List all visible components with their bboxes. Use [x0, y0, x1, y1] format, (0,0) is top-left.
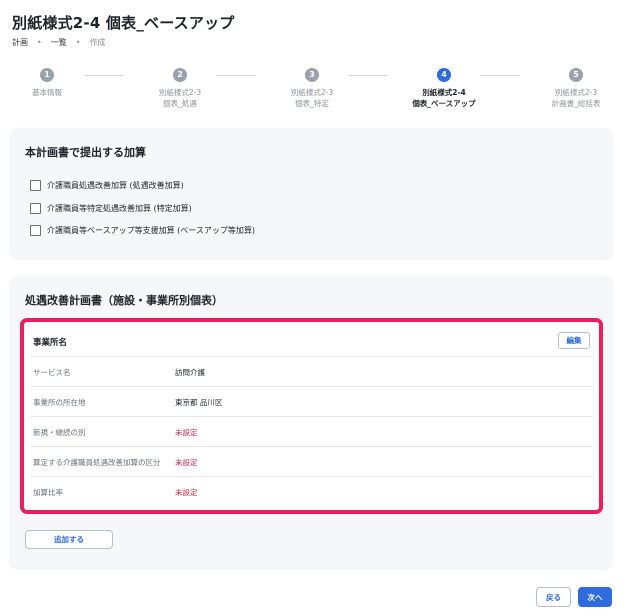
- step-label-line1: 別紙様式2-4: [422, 88, 466, 97]
- step-number: 4: [437, 68, 451, 82]
- facility-table: 事業所名 編集 サービス名 訪問介護 事業所の所在地 東京都 品川区 新規・継続…: [20, 318, 603, 514]
- next-button[interactable]: 次へ: [578, 587, 612, 607]
- breadcrumb-item-plan[interactable]: 計画: [12, 37, 28, 48]
- page-title: 別紙様式2-4 個表_ベースアップ: [12, 14, 235, 32]
- row-label: 算定する介護職員処遇改善加算の区分: [33, 458, 161, 467]
- facility-header: 事業所名 編集: [24, 322, 599, 356]
- step-label-line2: 個表_特定: [295, 99, 329, 108]
- step-1[interactable]: 1 基本情報: [0, 68, 107, 98]
- breadcrumb-separator: •: [37, 38, 42, 47]
- step-label: 別紙様式2-3 個表_処遇: [120, 87, 240, 109]
- row-value: 未設定: [175, 488, 198, 497]
- back-button[interactable]: 戻る: [536, 587, 571, 607]
- step-label: 別紙様式2-4 個表_ベースアップ: [384, 87, 504, 109]
- plan-card: 処遇改善計画書（施設・事業所別個表） 事業所名 編集 サービス名 訪問介護 事業…: [10, 276, 612, 568]
- breadcrumb: 計画 • 一覧 • 作成: [12, 37, 105, 48]
- step-number: 5: [569, 68, 583, 82]
- step-label: 基本情報: [0, 87, 107, 98]
- step-label-line2: 個表_ベースアップ: [412, 99, 476, 108]
- plan-title: 処遇改善計画書（施設・事業所別個表）: [25, 294, 223, 307]
- table-row: 加算比率 未設定: [30, 476, 593, 507]
- step-label: 別紙様式2-3 計画書_総括表: [516, 87, 626, 109]
- breadcrumb-item-list[interactable]: 一覧: [51, 37, 67, 48]
- additions-title: 本計画書で提出する加算: [25, 146, 146, 159]
- step-number: 1: [40, 68, 54, 82]
- step-label-line1: 別紙様式2-3: [158, 88, 202, 97]
- table-row: 事業所の所在地 東京都 品川区: [30, 386, 593, 417]
- checkbox-tokutei[interactable]: [30, 203, 41, 214]
- checkbox-baseup[interactable]: [30, 225, 41, 236]
- add-button[interactable]: 追加する: [25, 530, 113, 549]
- table-row: 算定する介護職員処遇改善加算の区分 未設定: [30, 446, 593, 477]
- checkbox-row-tokutei[interactable]: 介護職員等特定処遇改善加算 (特定加算): [30, 203, 192, 214]
- step-number: 2: [173, 68, 187, 82]
- step-label: 別紙様式2-3 個表_特定: [252, 87, 372, 109]
- facility-name-header: 事業所名: [33, 338, 68, 348]
- step-3[interactable]: 3 別紙様式2-3 個表_特定: [252, 68, 372, 109]
- step-5[interactable]: 5 別紙様式2-3 計画書_総括表: [516, 68, 626, 109]
- step-label-line2: 個表_処遇: [163, 99, 197, 108]
- table-row: サービス名 訪問介護: [30, 356, 593, 387]
- checkbox-label: 介護職員等特定処遇改善加算 (特定加算): [47, 204, 192, 213]
- row-label: 事業所の所在地: [33, 398, 86, 407]
- step-label-line1: 別紙様式2-3: [554, 88, 598, 97]
- step-number: 3: [305, 68, 319, 82]
- row-label: 加算比率: [33, 488, 63, 497]
- row-value: 未設定: [175, 428, 198, 437]
- checkbox-row-shogu[interactable]: 介護職員処遇改善加算 (処遇改善加算): [30, 180, 184, 191]
- checkbox-label: 介護職員等ベースアップ等支援加算 (ベースアップ等加算): [47, 226, 255, 235]
- row-label: サービス名: [33, 368, 71, 377]
- row-label: 新規・継続の別: [33, 428, 86, 437]
- row-value: 訪問介護: [175, 368, 205, 377]
- additions-card: 本計画書で提出する加算 介護職員処遇改善加算 (処遇改善加算) 介護職員等特定処…: [10, 128, 612, 258]
- step-4[interactable]: 4 別紙様式2-4 個表_ベースアップ: [384, 68, 504, 109]
- step-2[interactable]: 2 別紙様式2-3 個表_処遇: [120, 68, 240, 109]
- step-label-line1: 別紙様式2-3: [290, 88, 334, 97]
- checkbox-shogu[interactable]: [30, 180, 41, 191]
- breadcrumb-separator: •: [75, 38, 81, 47]
- checkbox-label: 介護職員処遇改善加算 (処遇改善加算): [47, 181, 184, 190]
- stepper: 1 基本情報 2 別紙様式2-3 個表_処遇 3 別紙様式2-3 個表_特定 4…: [0, 68, 626, 118]
- step-label-line1: 基本情報: [32, 88, 62, 97]
- breadcrumb-item-create: 作成: [89, 38, 106, 47]
- checkbox-row-baseup[interactable]: 介護職員等ベースアップ等支援加算 (ベースアップ等加算): [30, 225, 255, 236]
- row-value: 未設定: [175, 458, 198, 467]
- step-label-line2: 計画書_総括表: [551, 99, 601, 108]
- edit-button[interactable]: 編集: [558, 332, 590, 349]
- row-value: 東京都 品川区: [175, 398, 223, 407]
- table-row: 新規・継続の別 未設定: [30, 416, 593, 447]
